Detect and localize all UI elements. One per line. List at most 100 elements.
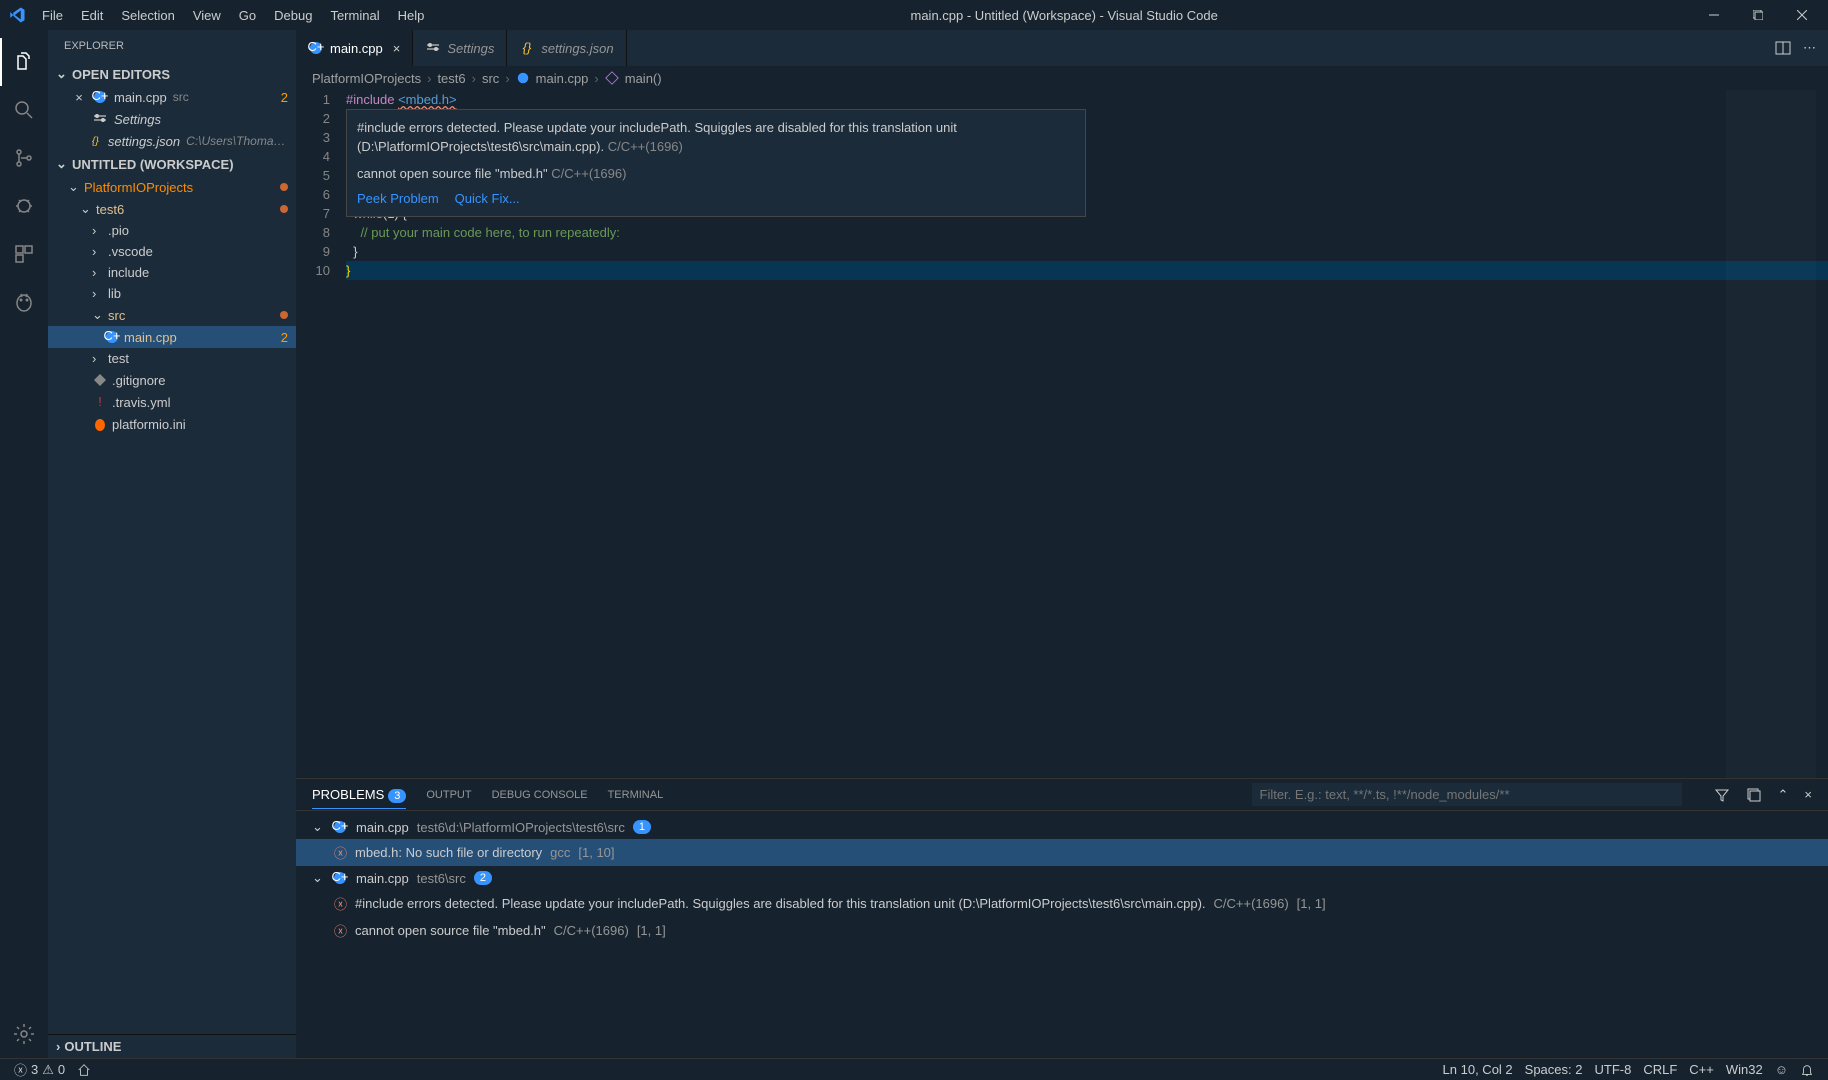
status-home-icon[interactable] [71,1063,97,1077]
breadcrumb-item[interactable]: main() [625,71,662,86]
menu-file[interactable]: File [34,4,71,27]
problem-item[interactable]: ⓧ cannot open source file "mbed.h" C/C++… [296,917,1828,944]
filter-icon[interactable] [1714,787,1730,803]
problem-message: #include errors detected. Please update … [355,896,1206,911]
problem-item[interactable]: ⓧ mbed.h: No such file or directory gcc … [296,839,1828,866]
open-editors-header[interactable]: ⌄ OPEN EDITORS [48,62,296,86]
panel-tab-output[interactable]: OUTPUT [426,783,471,807]
error-icon: ⓧ [334,894,347,913]
panel-tab-debug-console[interactable]: DEBUG CONSOLE [492,783,588,807]
tree-file[interactable]: !.travis.yml [48,391,296,413]
hover-message: cannot open source file "mbed.h" [357,166,548,181]
problem-file-path: test6\src [417,871,466,886]
breadcrumb[interactable]: PlatformIOProjects› test6› src› main.cpp… [296,66,1828,90]
filter-input[interactable] [1252,783,1682,806]
extensions-icon[interactable] [0,230,48,278]
close-panel-icon[interactable]: × [1804,787,1812,803]
tab-settings-json[interactable]: {} settings.json [507,30,626,66]
explorer-icon[interactable] [0,38,48,86]
minimize-button[interactable] [1696,1,1732,29]
tree-file[interactable]: platformio.ini [48,413,296,435]
tree-file-main-cpp[interactable]: C+ main.cpp 2 [48,326,296,348]
platformio-icon[interactable] [0,278,48,326]
peek-problem-link[interactable]: Peek Problem [357,189,439,208]
chevron-up-icon[interactable]: ⌃ [1778,787,1789,803]
menu-debug[interactable]: Debug [266,4,320,27]
tree-folder[interactable]: ›include [48,262,296,283]
problem-group[interactable]: ⌄ C+ main.cpp test6\src 2 [296,866,1828,890]
tree-folder-src[interactable]: ⌄src [48,304,296,326]
problems-count-badge: 3 [388,789,406,803]
close-icon[interactable] [72,112,86,127]
breadcrumb-item[interactable]: main.cpp [536,71,589,86]
error-badge: 2 [281,90,288,105]
tree-folder[interactable]: ›.vscode [48,241,296,262]
tab-settings[interactable]: Settings [413,30,507,66]
status-platform[interactable]: Win32 [1720,1062,1769,1077]
status-errors[interactable]: ⓧ3 ⚠0 [8,1060,71,1079]
debug-icon[interactable] [0,182,48,230]
folder-name: lib [108,286,121,301]
quick-fix-link[interactable]: Quick Fix... [455,189,520,208]
menu-terminal[interactable]: Terminal [322,4,387,27]
problem-group[interactable]: ⌄ C+ main.cpp test6\d:\PlatformIOProject… [296,815,1828,839]
close-icon[interactable]: × [393,41,401,56]
tree-folder[interactable]: › lib [48,283,296,304]
problem-location: [1, 1] [1297,896,1326,911]
chevron-right-icon: › [92,286,104,301]
tree-folder[interactable]: ›test [48,348,296,369]
problem-item[interactable]: ⓧ #include errors detected. Please updat… [296,890,1828,917]
problem-message: cannot open source file "mbed.h" [355,923,546,938]
panel-tab-problems[interactable]: PROBLEMS3 [312,781,406,809]
close-icon[interactable]: × [72,90,86,105]
open-editor-item[interactable]: × C+ main.cpp src 2 [48,86,296,108]
settings-gear-icon[interactable] [0,1010,48,1058]
more-actions-icon[interactable]: ⋯ [1803,40,1816,56]
cpp-file-icon: C+ [332,819,348,835]
status-language[interactable]: C++ [1683,1062,1720,1077]
status-eol[interactable]: CRLF [1637,1062,1683,1077]
tree-folder[interactable]: ›.pio [48,220,296,241]
menu-edit[interactable]: Edit [73,4,111,27]
open-editor-item[interactable]: {} settings.json C:\Users\Thomas\App... [48,130,296,152]
error-icon: ⓧ [14,1060,27,1079]
close-button[interactable] [1784,1,1820,29]
menu-go[interactable]: Go [231,4,264,27]
editor-content[interactable]: 12345678910 #include <mbed.h> while(1) {… [296,90,1828,778]
workspace-header[interactable]: ⌄ UNTITLED (WORKSPACE) [48,152,296,176]
breadcrumb-item[interactable]: PlatformIOProjects [312,71,421,86]
tree-file[interactable]: .gitignore [48,369,296,391]
status-spaces[interactable]: Spaces: 2 [1519,1062,1589,1077]
split-editor-icon[interactable] [1775,40,1791,56]
folder-name: test6 [96,202,124,217]
file-name: main.cpp [124,330,177,345]
problem-location: [1, 10] [578,845,614,860]
minimap[interactable] [1726,90,1816,778]
tree-folder-project[interactable]: ⌄ test6 [48,198,296,220]
source-control-icon[interactable] [0,134,48,182]
outline-header[interactable]: › OUTLINE [48,1034,296,1058]
search-icon[interactable] [0,86,48,134]
code-body[interactable]: #include <mbed.h> while(1) { // put your… [346,90,1828,778]
menu-help[interactable]: Help [390,4,433,27]
tree-folder-root[interactable]: ⌄ PlatformIOProjects [48,176,296,198]
status-bell-icon[interactable] [1794,1063,1820,1077]
status-line-col[interactable]: Ln 10, Col 2 [1437,1062,1519,1077]
collapse-all-icon[interactable] [1746,787,1762,803]
panel-tab-terminal[interactable]: TERMINAL [608,783,664,807]
status-feedback-icon[interactable]: ☺ [1769,1062,1794,1077]
breadcrumb-item[interactable]: test6 [437,71,465,86]
close-icon[interactable] [72,134,83,149]
status-encoding[interactable]: UTF-8 [1588,1062,1637,1077]
open-editor-item[interactable]: Settings [48,108,296,130]
breadcrumb-item[interactable]: src [482,71,499,86]
chevron-right-icon: › [92,244,104,259]
file-name: .travis.yml [112,395,171,410]
tab-main-cpp[interactable]: C+ main.cpp × [296,30,413,66]
folder-name: .pio [108,223,129,238]
menu-view[interactable]: View [185,4,229,27]
svg-text:C+: C+ [104,329,120,343]
menu-selection[interactable]: Selection [113,4,182,27]
maximize-button[interactable] [1740,1,1776,29]
window-title: main.cpp - Untitled (Workspace) - Visual… [432,8,1696,23]
